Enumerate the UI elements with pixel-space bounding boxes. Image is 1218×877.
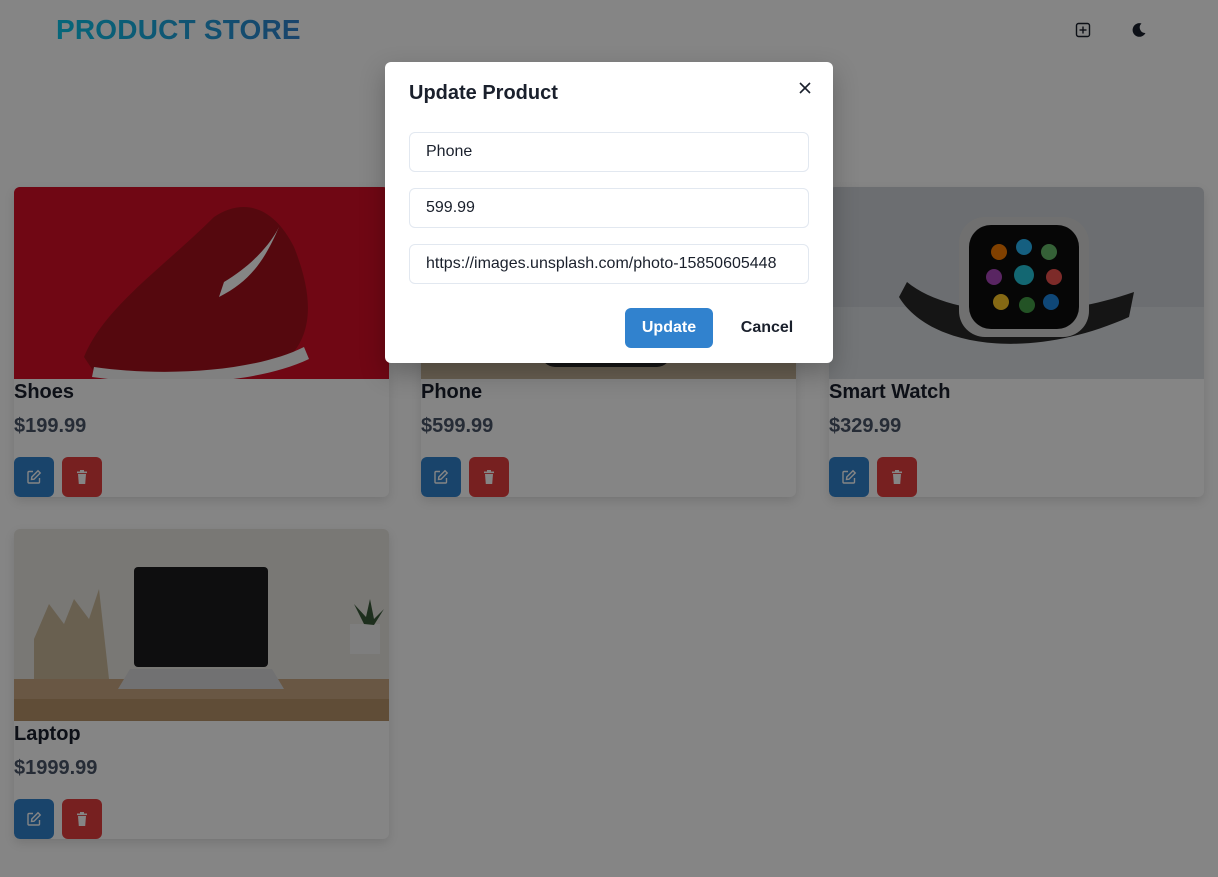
update-button[interactable]: Update (625, 308, 713, 348)
modal-title: Update Product (409, 82, 558, 104)
product-price-input[interactable] (409, 188, 809, 228)
product-name-input[interactable] (409, 132, 809, 172)
update-product-modal: Update Product Update Cancel (385, 62, 833, 363)
product-image-url-input[interactable] (409, 244, 809, 284)
modal-close-button[interactable] (789, 72, 821, 104)
close-icon (799, 82, 811, 94)
cancel-button[interactable]: Cancel (725, 308, 809, 348)
